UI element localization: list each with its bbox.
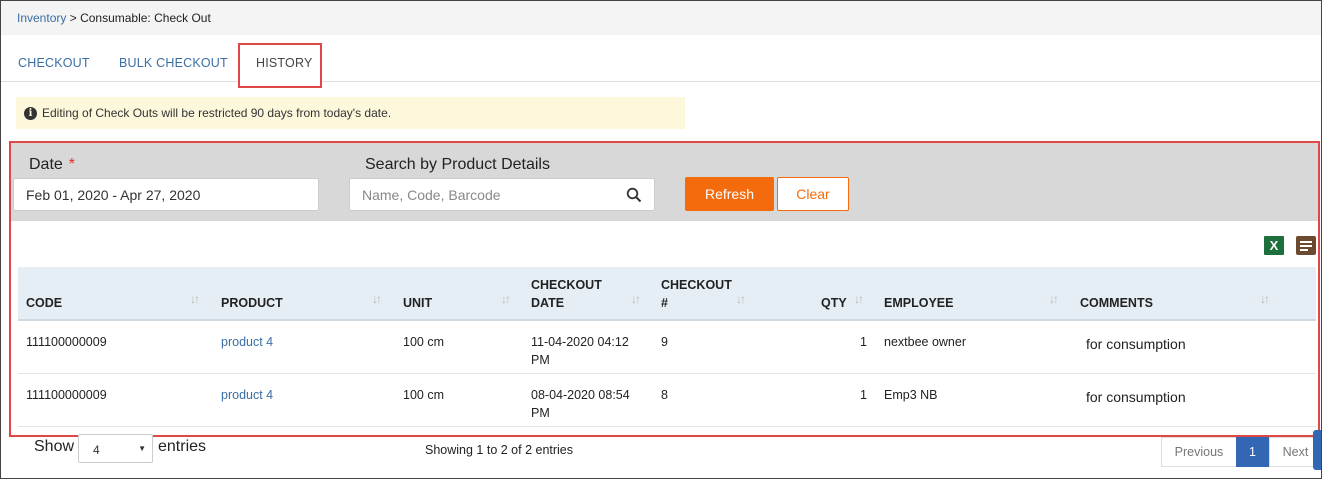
breadcrumb-separator: > — [69, 11, 77, 25]
info-icon: i — [24, 106, 37, 120]
edit-restriction-notice: i Editing of Check Outs will be restrict… — [16, 97, 685, 129]
showing-entries-text: Showing 1 to 2 of 2 entries — [425, 443, 574, 457]
previous-page-button[interactable]: Previous — [1161, 437, 1237, 467]
entries-label: entries — [158, 438, 207, 455]
chevron-down-icon: ▼ — [138, 444, 146, 453]
tab-bulk-checkout[interactable]: BULK CHECKOUT — [119, 56, 228, 70]
breadcrumb-inventory-link[interactable]: Inventory — [17, 11, 66, 25]
breadcrumb: Inventory > Consumable: Check Out — [1, 1, 1321, 35]
page-size-value: 4 — [93, 443, 100, 457]
breadcrumb-current: Consumable: Check Out — [80, 11, 211, 25]
history-section-highlight — [9, 141, 1320, 437]
tab-checkout[interactable]: CHECKOUT — [18, 56, 90, 70]
scrollbar-thumb[interactable] — [1313, 430, 1321, 470]
tab-history[interactable]: HISTORY — [256, 56, 313, 70]
page-1-button[interactable]: 1 — [1236, 437, 1269, 467]
show-label: Show — [34, 438, 75, 455]
notice-text: Editing of Check Outs will be restricted… — [42, 106, 392, 120]
page-size-select[interactable]: 4 ▼ — [78, 434, 153, 463]
